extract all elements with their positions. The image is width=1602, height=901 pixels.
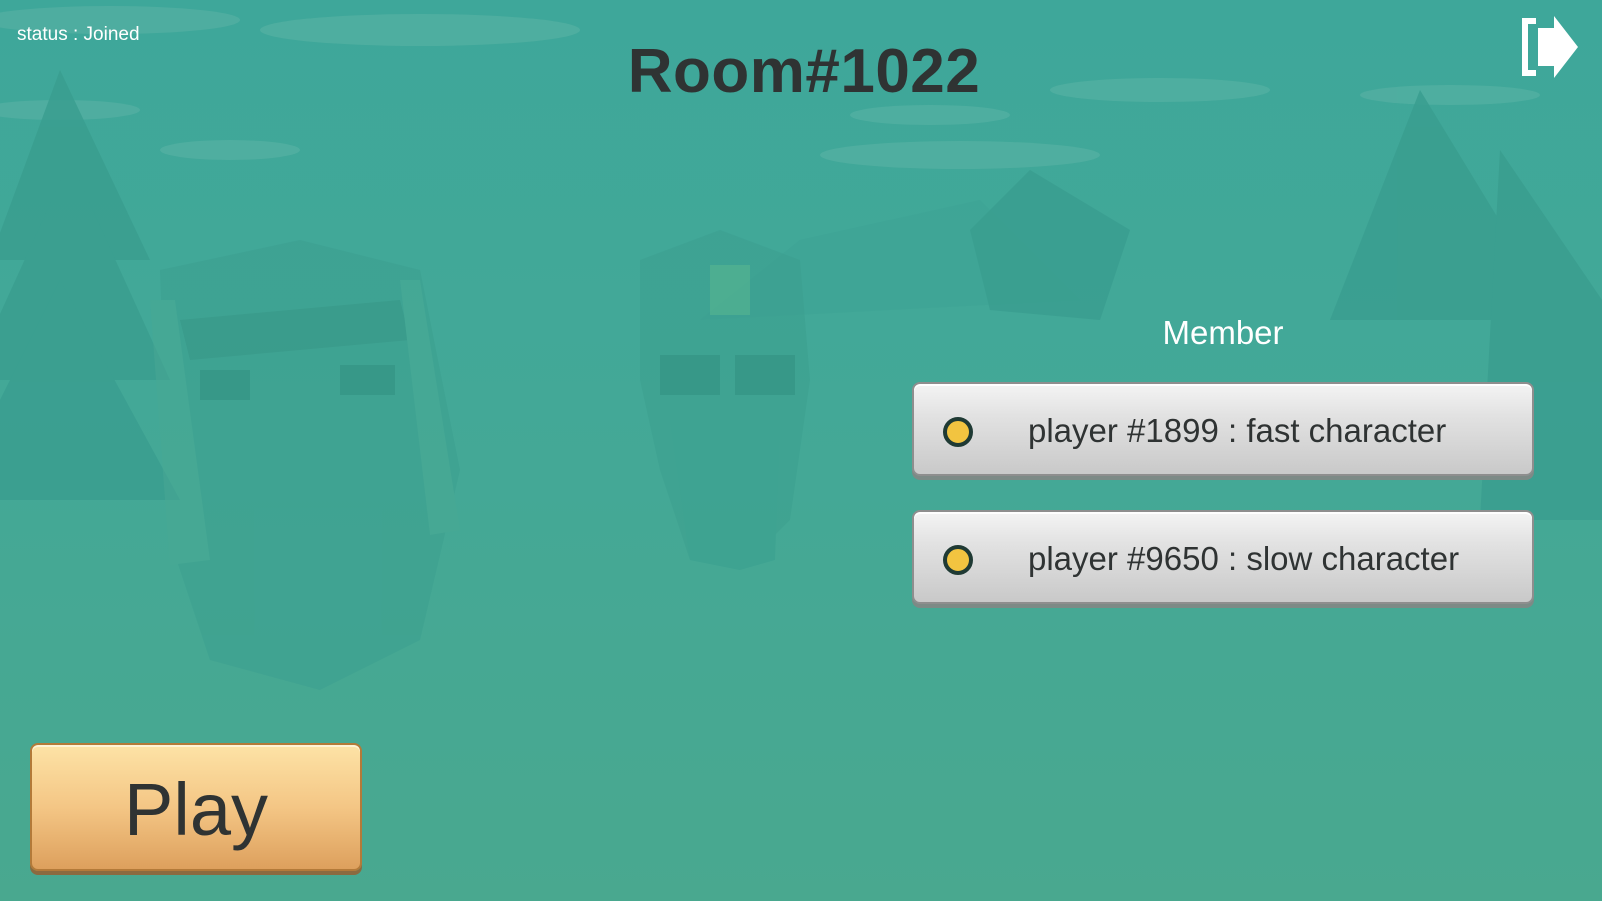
ready-status-icon <box>943 545 973 575</box>
member-name: player #1899 : fast character <box>1028 412 1447 449</box>
play-button[interactable]: Play <box>30 743 362 871</box>
member-row[interactable]: player #1899 : fast character <box>912 382 1534 476</box>
member-row[interactable]: player #9650 : slow character <box>912 510 1534 604</box>
ready-status-icon <box>943 417 973 447</box>
character-left-silhouette <box>150 240 460 690</box>
character-center-silhouette <box>640 230 810 570</box>
exit-door-icon <box>1522 16 1578 78</box>
room-title: Room#1022 <box>0 36 1602 107</box>
exit-button[interactable] <box>1516 14 1582 80</box>
member-heading: Member <box>1162 314 1284 351</box>
room-lobby-screen: status : Joined Room#1022 Member player … <box>0 0 1602 901</box>
member-name: player #9650 : slow character <box>1028 540 1460 577</box>
tree-left <box>0 70 180 500</box>
member-list: player #1899 : fast character player #96… <box>912 382 1534 638</box>
room-title-text: Room#1022 <box>627 37 981 106</box>
play-button-label: Play <box>124 768 268 851</box>
